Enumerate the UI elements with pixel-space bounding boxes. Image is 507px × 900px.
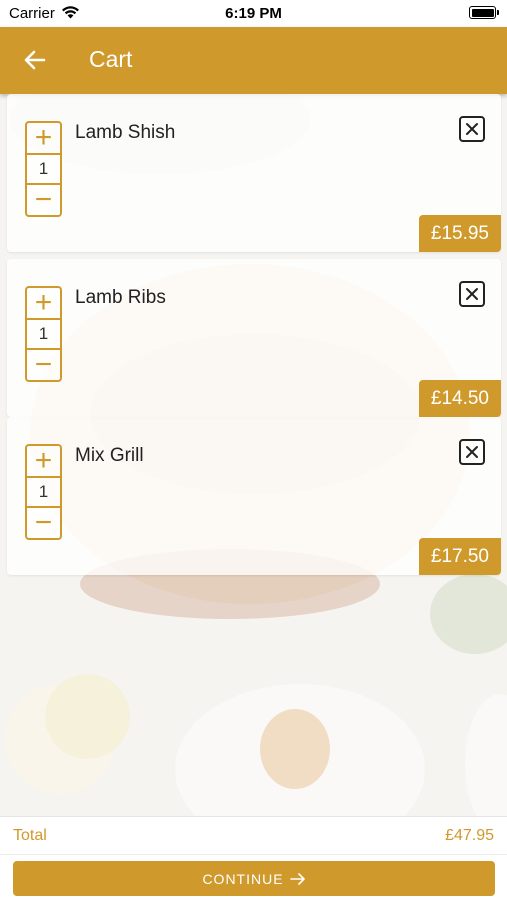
- quantity-stepper: + 1 −: [25, 121, 62, 217]
- item-price: £17.50: [418, 538, 501, 575]
- increment-button[interactable]: +: [27, 288, 60, 318]
- item-name: Mix Grill: [75, 445, 144, 466]
- item-name: Lamb Shish: [75, 122, 176, 143]
- continue-label: CONTINUE: [202, 870, 284, 887]
- page-title: Cart: [89, 46, 133, 72]
- cart-item: + 1 − Lamb Shish £15.95: [7, 94, 501, 252]
- item-name: Lamb Ribs: [75, 287, 166, 308]
- quantity-stepper: + 1 −: [25, 286, 62, 382]
- total-row: Total £47.95: [0, 817, 507, 855]
- status-time: 6:19 PM: [225, 5, 282, 22]
- continue-button[interactable]: CONTINUE: [13, 861, 495, 896]
- remove-item-button[interactable]: [459, 281, 485, 307]
- close-icon: [466, 288, 478, 300]
- total-label: Total: [13, 827, 47, 844]
- remove-item-button[interactable]: [459, 439, 485, 465]
- decrement-button[interactable]: −: [27, 508, 60, 538]
- remove-item-button[interactable]: [459, 116, 485, 142]
- arrow-right-icon: [289, 872, 305, 885]
- decrement-button[interactable]: −: [27, 350, 60, 380]
- item-price: £14.50: [418, 380, 501, 417]
- status-bar: Carrier 6:19 PM: [0, 0, 507, 27]
- quantity-stepper: + 1 −: [25, 444, 62, 540]
- app-bar: Cart: [0, 27, 507, 94]
- cart-screen: Carrier 6:19 PM Cart + 1 − Lamb Shish £1…: [0, 0, 507, 900]
- close-icon: [466, 446, 478, 458]
- item-price: £15.95: [418, 215, 501, 252]
- decrement-button[interactable]: −: [27, 185, 60, 215]
- cart-item: + 1 − Mix Grill £17.50: [7, 417, 501, 575]
- quantity-value: 1: [27, 318, 60, 350]
- increment-button[interactable]: +: [27, 446, 60, 476]
- increment-button[interactable]: +: [27, 123, 60, 153]
- battery-icon: [469, 6, 499, 19]
- total-amount: £47.95: [445, 827, 494, 844]
- cart-item: + 1 − Lamb Ribs £14.50: [7, 259, 501, 417]
- cart-footer: Total £47.95 CONTINUE: [0, 816, 507, 900]
- arrow-left-icon[interactable]: [20, 45, 50, 75]
- quantity-value: 1: [27, 476, 60, 508]
- close-icon: [466, 123, 478, 135]
- quantity-value: 1: [27, 153, 60, 185]
